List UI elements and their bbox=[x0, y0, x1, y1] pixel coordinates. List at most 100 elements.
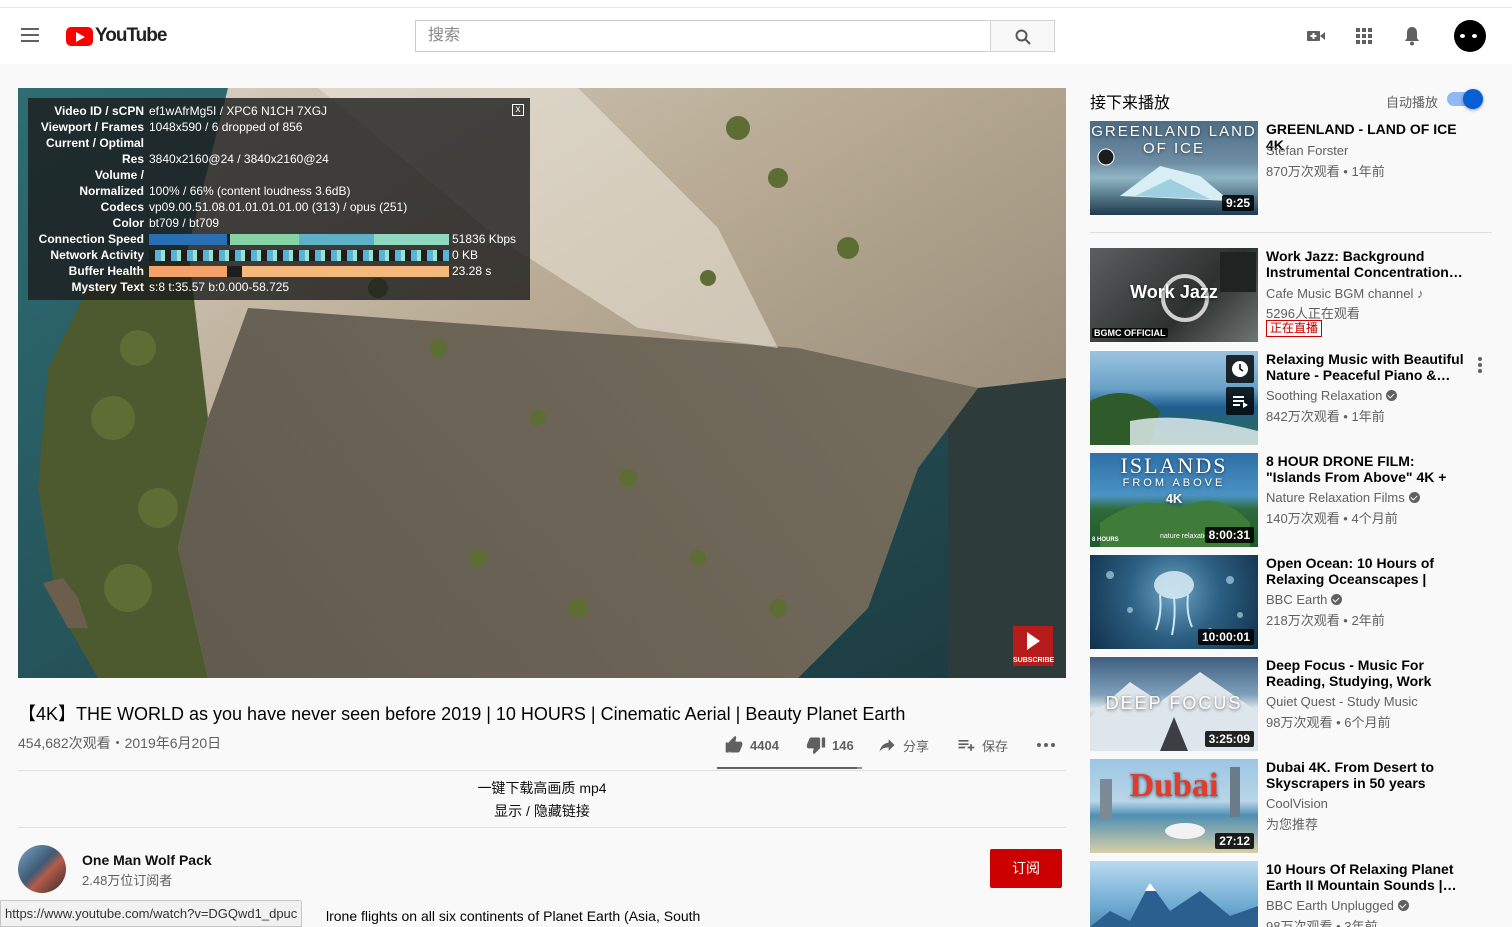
share-icon bbox=[879, 739, 895, 752]
verified-icon bbox=[1386, 390, 1398, 401]
thumbnail-4k: 4K bbox=[1165, 491, 1183, 506]
more-actions-button[interactable] bbox=[1036, 737, 1056, 753]
up-next-card[interactable]: 10:00:01 Open Ocean: 10 Hours of Relaxin… bbox=[1090, 555, 1492, 649]
channel-avatar[interactable] bbox=[18, 845, 66, 893]
video-thumbnail bbox=[1090, 861, 1258, 927]
more-vert-icon[interactable] bbox=[1476, 355, 1484, 375]
save-button[interactable]: 保存 bbox=[956, 735, 1008, 755]
search-box bbox=[415, 20, 991, 52]
search-button[interactable] bbox=[990, 20, 1055, 52]
stats-row: Normalized 100% / 66% (content loudness 3… bbox=[79, 184, 351, 198]
browser-top-edge bbox=[0, 0, 1512, 8]
live-badge: 正在直播 bbox=[1266, 320, 1323, 337]
channel-name[interactable]: One Man Wolf Pack bbox=[82, 852, 212, 868]
card-channel: Cafe Music BGM channel ♪ bbox=[1266, 286, 1424, 301]
subscribe-watermark[interactable]: SUBSCRIBE bbox=[1013, 626, 1054, 666]
thumbnail-text: GREENLAND LAND OF ICE bbox=[1091, 123, 1257, 157]
youtube-logo[interactable]: YouTube bbox=[66, 25, 167, 46]
card-title: 10 Hours Of Relaxing Planet Earth II Mou… bbox=[1266, 861, 1457, 893]
card-views: 218万次观看 • 2年前 bbox=[1266, 613, 1385, 628]
video-views-date: 454,682次观看・2019年6月20日 bbox=[18, 735, 222, 751]
thumbs-up-icon bbox=[725, 735, 743, 753]
toggle-links[interactable]: 显示 / 隐藏链接 bbox=[18, 801, 1066, 821]
card-title: Dubai 4K. From Desert to Skyscrapers in … bbox=[1266, 759, 1435, 791]
stats-row: Mystery Text s:8 t:35.57 b:0.000-58.725 bbox=[71, 280, 290, 294]
description-text: lrone flights on all six continents of P… bbox=[326, 908, 701, 924]
stats-row: Network Activity 0 KB bbox=[50, 248, 479, 262]
search-input[interactable] bbox=[416, 21, 990, 51]
video-thumbnail: 10:00:01 bbox=[1090, 555, 1258, 649]
autoplay-label: 自动播放 bbox=[1386, 95, 1439, 110]
dislike-button[interactable]: 146 bbox=[806, 735, 854, 755]
youtube-play-icon bbox=[66, 26, 93, 46]
up-next-heading: 接下来播放 bbox=[1090, 95, 1171, 112]
logo-text: YouTube bbox=[95, 25, 167, 46]
thumbnail-subtext: FROM ABOVE bbox=[1122, 477, 1226, 489]
video-thumbnail: GREENLAND LAND OF ICE 9:25 bbox=[1090, 121, 1258, 215]
duration-badge: 27:12 bbox=[1215, 833, 1254, 849]
up-next-card[interactable]: Dubai 27:12 Dubai 4K. From Desert to Sky… bbox=[1090, 759, 1492, 853]
notifications-bell-icon[interactable] bbox=[1400, 24, 1424, 48]
up-next-card[interactable]: GREENLAND LAND OF ICE 9:25 GREENLAND - L… bbox=[1090, 121, 1492, 215]
video-thumbnail: DEEP FOCUS 3:25:09 bbox=[1090, 657, 1258, 751]
card-views: 98万次观看 • 3年前 bbox=[1266, 919, 1378, 927]
card-channel: CoolVision bbox=[1266, 796, 1328, 811]
stats-row: Volume / bbox=[94, 168, 144, 182]
verified-icon bbox=[1397, 900, 1409, 911]
stats-row: Connection Speed 51836 Kbps bbox=[38, 232, 517, 246]
apps-grid-icon[interactable] bbox=[1352, 24, 1376, 48]
video-player[interactable]: x Video ID / sCPN ef1wAfrMg5I / XPC6 N1CH… bbox=[18, 88, 1066, 678]
like-button[interactable]: 4404 bbox=[724, 735, 779, 755]
stats-row: Viewport / Frames 1048x590 / 6 dropped of… bbox=[40, 120, 303, 134]
duration-badge: 10:00:01 bbox=[1197, 629, 1254, 645]
video-thumbnail: Dubai 27:12 bbox=[1090, 759, 1258, 853]
duration-badge: 8:00:31 bbox=[1204, 527, 1254, 543]
card-views: 140万次观看 • 4个月前 bbox=[1266, 511, 1398, 526]
download-hq-link[interactable]: 一键下载高画质 mp4 bbox=[18, 778, 1066, 798]
stats-close-button[interactable]: x bbox=[512, 104, 524, 116]
card-channel: Stefan Forster bbox=[1266, 143, 1349, 158]
subscribe-button[interactable]: 订阅 bbox=[990, 849, 1062, 888]
card-channel: Nature Relaxation Films bbox=[1266, 490, 1420, 505]
divider bbox=[18, 827, 1066, 828]
up-next-card[interactable]: DEEP FOCUS 3:25:09 Deep Focus - Music Fo… bbox=[1090, 657, 1492, 751]
verified-icon bbox=[1408, 492, 1420, 503]
up-next-card[interactable]: 10 Hours Of Relaxing Planet Earth II Mou… bbox=[1090, 861, 1492, 927]
card-views: 842万次观看 • 1年前 bbox=[1266, 409, 1385, 424]
divider bbox=[18, 770, 1066, 771]
more-horiz-icon bbox=[1037, 743, 1055, 747]
thumbnail-text: Work Jazz bbox=[1130, 282, 1218, 302]
card-channel: Quiet Quest - Study Music bbox=[1266, 694, 1418, 709]
masthead: YouTube bbox=[0, 8, 1512, 64]
verified-icon bbox=[1331, 594, 1343, 605]
up-next-card[interactable]: Work Jazz BGMC OFFICIAL Work Jazz: Backg… bbox=[1090, 248, 1492, 342]
card-title: Deep Focus - Music For Reading, Studying… bbox=[1266, 657, 1432, 689]
account-avatar[interactable] bbox=[1454, 20, 1486, 52]
stats-row: Buffer Health 23.28 s bbox=[68, 264, 492, 278]
create-video-icon[interactable] bbox=[1304, 24, 1328, 48]
add-to-queue-icon[interactable] bbox=[1226, 387, 1254, 415]
autoplay-toggle[interactable] bbox=[1447, 89, 1483, 109]
like-dislike-ratio-bar bbox=[717, 767, 862, 769]
stats-row: Res 3840x2160@24 / 3840x2160@24 bbox=[121, 152, 329, 166]
search-icon bbox=[1015, 29, 1031, 45]
card-title: Relaxing Music with Beautiful Nature - P… bbox=[1266, 351, 1464, 383]
watch-later-icon[interactable] bbox=[1226, 355, 1254, 383]
connection-speed-graph bbox=[149, 233, 449, 245]
thumbnail-hours-tag: 8 HOURS bbox=[1092, 537, 1119, 543]
card-title: Open Ocean: 10 Hours of Relaxing Oceansc… bbox=[1266, 555, 1435, 587]
stats-row: Video ID / sCPN ef1wAfrMg5I / XPC6 N1CH 7… bbox=[54, 104, 328, 118]
status-bar-url: https://www.youtube.com/watch?v=DGQwd1_d… bbox=[0, 900, 303, 927]
stats-row: Codecs vp09.00.51.08.01.01.01.01.00 (313)… bbox=[100, 200, 408, 214]
stats-row: Current / Optimal bbox=[45, 136, 144, 150]
up-next-card[interactable]: Relaxing Music with Beautiful Nature - P… bbox=[1090, 351, 1492, 445]
card-channel: BBC Earth bbox=[1266, 592, 1343, 607]
thumbs-down-icon bbox=[806, 737, 826, 755]
card-channel: Soothing Relaxation bbox=[1266, 388, 1398, 403]
thumbnail-text: Dubai bbox=[1129, 767, 1219, 804]
share-button[interactable]: 分享 bbox=[877, 735, 929, 755]
card-title: 8 HOUR DRONE FILM: "Islands From Above" … bbox=[1266, 453, 1447, 485]
menu-icon[interactable] bbox=[16, 24, 44, 48]
up-next-card[interactable]: ISLANDS FROM ABOVE 4K 8 HOURS nature rel… bbox=[1090, 453, 1492, 547]
thumbnail-brand: BGMC OFFICIAL bbox=[1092, 328, 1168, 338]
